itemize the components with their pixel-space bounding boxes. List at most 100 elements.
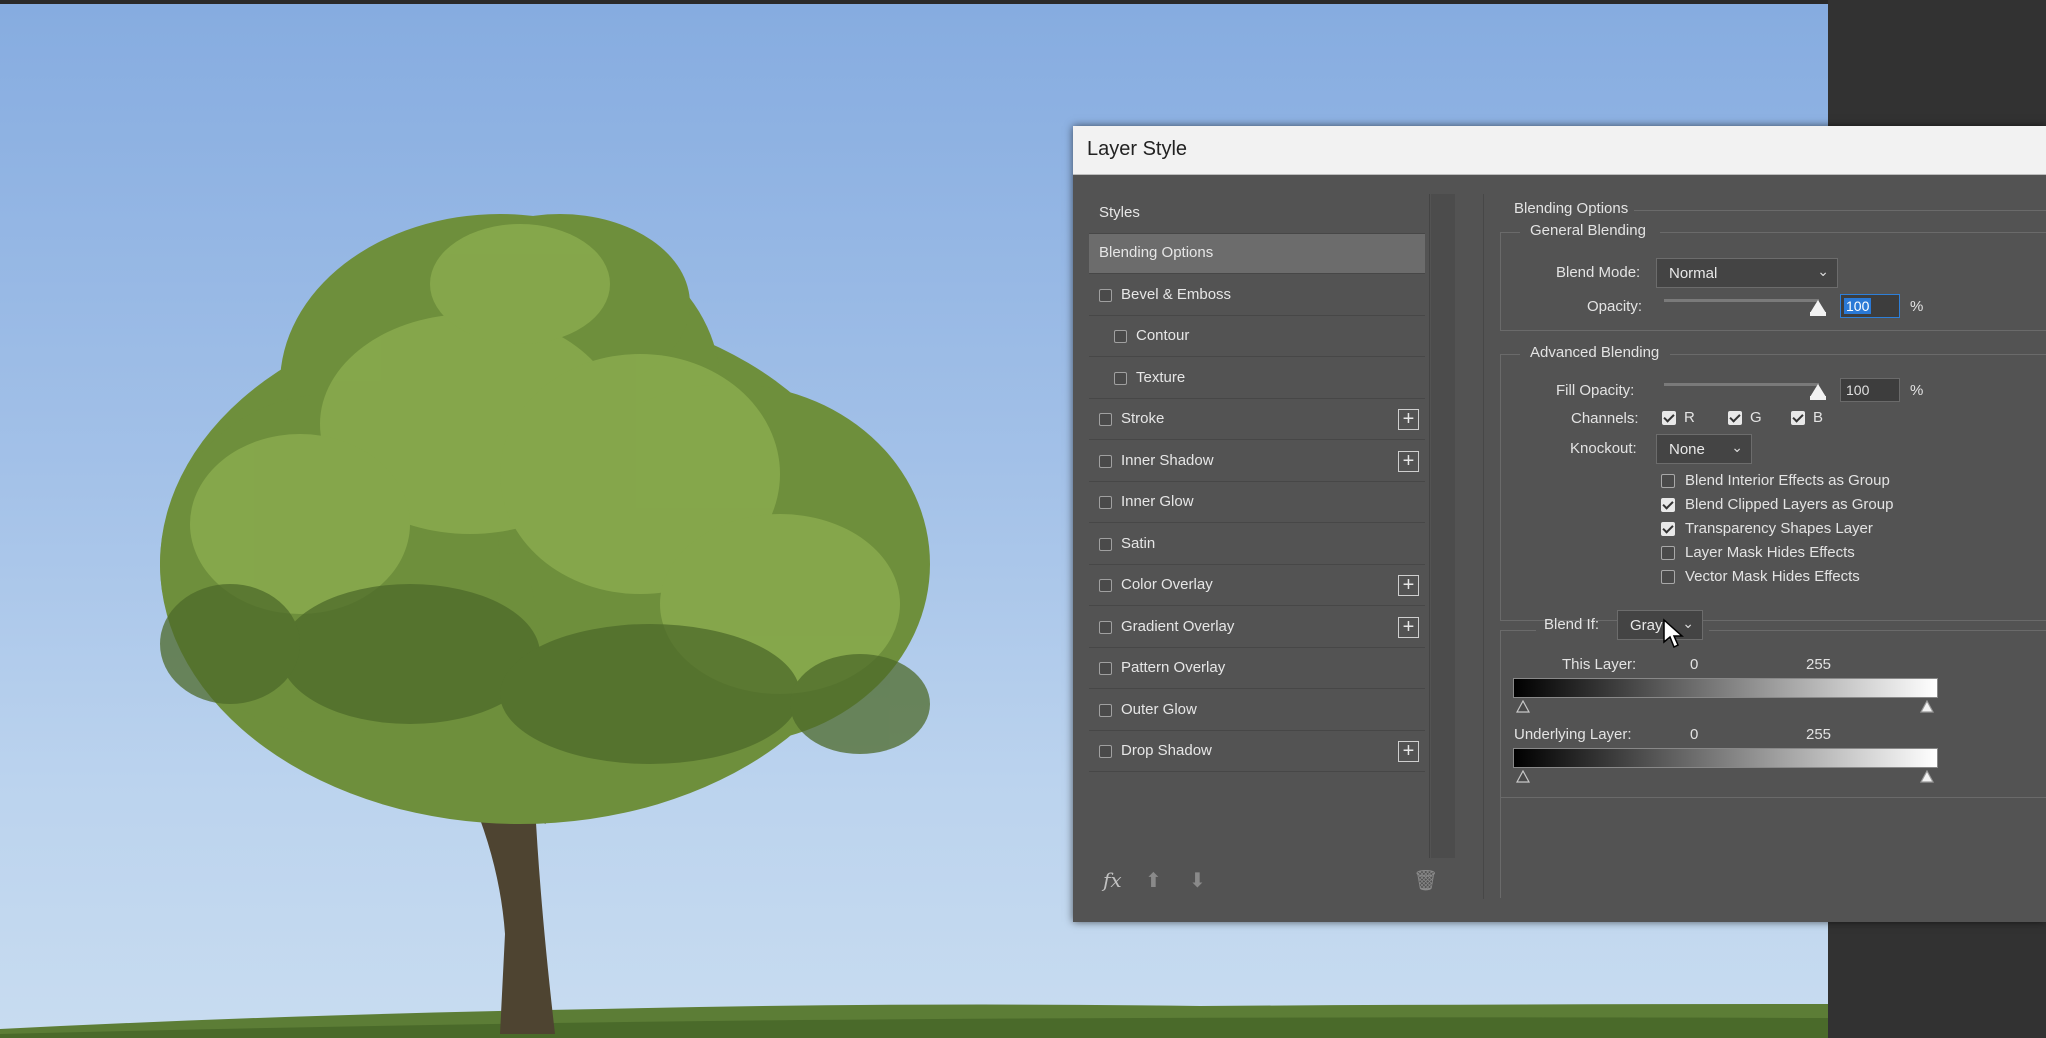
divider: [1709, 630, 2046, 631]
style-item-label: Bevel & Emboss: [1121, 285, 1232, 303]
style-item-checkbox[interactable]: [1099, 496, 1112, 509]
style-item[interactable]: Stroke +: [1089, 400, 1425, 440]
divider: [1500, 232, 1501, 330]
style-item[interactable]: Satin: [1089, 525, 1425, 565]
style-item[interactable]: Color Overlay +: [1089, 566, 1425, 606]
channel-label: G: [1750, 409, 1762, 426]
mouse-pointer-icon: [1663, 618, 1684, 649]
style-item[interactable]: Inner Shadow +: [1089, 442, 1425, 482]
add-effect-icon[interactable]: +: [1398, 575, 1419, 596]
blending-options-panel: Blending Options General Blending Blend …: [1483, 194, 2046, 899]
style-item-checkbox[interactable]: [1099, 745, 1112, 758]
this-layer-black-thumb[interactable]: [1515, 700, 1531, 714]
style-item-label: Outer Glow: [1121, 700, 1197, 718]
style-item-label: Inner Shadow: [1121, 451, 1214, 469]
style-item[interactable]: Outer Glow: [1089, 691, 1425, 731]
option-checkbox[interactable]: [1661, 498, 1675, 512]
style-item[interactable]: Gradient Overlay +: [1089, 608, 1425, 648]
style-item[interactable]: Drop Shadow +: [1089, 732, 1425, 772]
option-checkbox[interactable]: [1661, 546, 1675, 560]
this-layer-gradient[interactable]: [1513, 678, 1938, 698]
divider: [1500, 797, 2046, 798]
style-item-checkbox[interactable]: [1114, 330, 1127, 343]
add-effect-icon[interactable]: +: [1398, 741, 1419, 762]
style-item-checkbox[interactable]: [1099, 703, 1112, 717]
style-item-checkbox[interactable]: [1099, 288, 1112, 302]
style-item-checkbox[interactable]: [1099, 579, 1112, 592]
this-layer-white-thumb[interactable]: [1919, 700, 1935, 714]
dialog-title: Layer Style: [1087, 138, 1188, 160]
divider: [1500, 330, 2046, 331]
style-item-checkbox[interactable]: [1099, 620, 1112, 634]
fill-opacity-value: 100: [1846, 382, 1870, 398]
blend-if-select[interactable]: Gray ⌄: [1617, 610, 1703, 640]
divider: [1500, 354, 1501, 620]
move-down-icon[interactable]: ⬇: [1189, 868, 1206, 893]
layer-style-dialog: Layer Style Styles Blending Options Bevel…: [1073, 126, 2046, 922]
channel-checkbox[interactable]: [1728, 411, 1742, 425]
styles-header[interactable]: Styles: [1089, 194, 1425, 234]
underlying-layer-black-thumb[interactable]: [1515, 770, 1531, 784]
fx-icon[interactable]: fx: [1103, 868, 1122, 892]
underlying-layer-white-thumb[interactable]: [1919, 770, 1935, 784]
option-label: Layer Mask Hides Effects: [1685, 544, 1855, 561]
add-effect-icon[interactable]: +: [1398, 409, 1419, 430]
option-checkbox[interactable]: [1661, 570, 1675, 584]
this-layer-min: 0: [1690, 656, 1699, 673]
option-checkbox[interactable]: [1661, 474, 1675, 488]
blend-mode-value: Normal: [1669, 265, 1718, 282]
style-item-checkbox[interactable]: [1114, 371, 1127, 385]
style-item-label: Drop Shadow: [1121, 742, 1212, 759]
underlying-layer-label: Underlying Layer:: [1514, 726, 1632, 743]
styles-footer: fx ⬆ ⬇ 🗑: [1103, 868, 1438, 898]
style-item-checkbox[interactable]: [1099, 662, 1112, 675]
trash-icon[interactable]: 🗑: [1413, 868, 1438, 893]
opacity-input[interactable]: 100: [1840, 294, 1900, 318]
divider: [1500, 630, 1536, 631]
move-up-icon[interactable]: ⬆: [1145, 868, 1162, 893]
style-item[interactable]: Contour: [1089, 317, 1425, 357]
channel-checkbox[interactable]: [1662, 411, 1676, 425]
add-effect-icon[interactable]: +: [1398, 450, 1419, 472]
opacity-value: 100: [1844, 298, 1872, 314]
knockout-value: None: [1669, 441, 1705, 458]
fill-opacity-percent: %: [1910, 382, 1924, 399]
fill-opacity-slider-track[interactable]: [1664, 383, 1819, 386]
underlying-layer-min: 0: [1690, 726, 1699, 743]
knockout-select[interactable]: None ⌄: [1656, 434, 1752, 464]
opacity-percent: %: [1910, 298, 1924, 315]
option-checkbox[interactable]: [1661, 522, 1675, 536]
style-item-label: Pattern Overlay: [1121, 659, 1226, 676]
option-label: Vector Mask Hides Effects: [1685, 568, 1860, 585]
opacity-slider-track[interactable]: [1664, 299, 1819, 302]
style-item[interactable]: Texture: [1089, 359, 1425, 399]
blending-options-title: Blending Options: [1514, 200, 1629, 217]
style-item[interactable]: Pattern Overlay: [1089, 649, 1425, 689]
channel-label: B: [1813, 409, 1824, 426]
divider: [1634, 210, 2046, 211]
general-blending-title: General Blending: [1530, 222, 1646, 239]
style-item[interactable]: Inner Glow: [1089, 483, 1425, 523]
blend-mode-select[interactable]: Normal ⌄: [1656, 258, 1838, 288]
fill-opacity-input[interactable]: 100: [1840, 378, 1900, 402]
style-item-label: Color Overlay: [1121, 576, 1213, 593]
styles-scrollbar[interactable]: [1431, 194, 1455, 858]
style-item[interactable]: Blending Options: [1089, 234, 1425, 274]
style-item-checkbox[interactable]: [1099, 454, 1112, 468]
style-item-label: Contour: [1136, 327, 1190, 344]
style-item-checkbox[interactable]: [1099, 413, 1112, 426]
style-item-label: Texture: [1136, 368, 1186, 386]
dialog-titlebar[interactable]: Layer Style: [1073, 126, 2046, 175]
style-item[interactable]: Bevel & Emboss: [1089, 276, 1425, 316]
underlying-layer-gradient[interactable]: [1513, 748, 1938, 768]
style-item-label: Gradient Overlay: [1121, 617, 1235, 635]
style-item-checkbox[interactable]: [1099, 537, 1112, 551]
divider: [1660, 232, 2046, 233]
channel-checkbox[interactable]: [1791, 411, 1805, 425]
advanced-blending-title: Advanced Blending: [1530, 344, 1660, 361]
add-effect-icon[interactable]: +: [1398, 616, 1419, 638]
divider: [1500, 232, 1520, 233]
knockout-label: Knockout:: [1570, 440, 1637, 457]
underlying-layer-max: 255: [1806, 726, 1832, 743]
divider: [1500, 354, 1520, 355]
